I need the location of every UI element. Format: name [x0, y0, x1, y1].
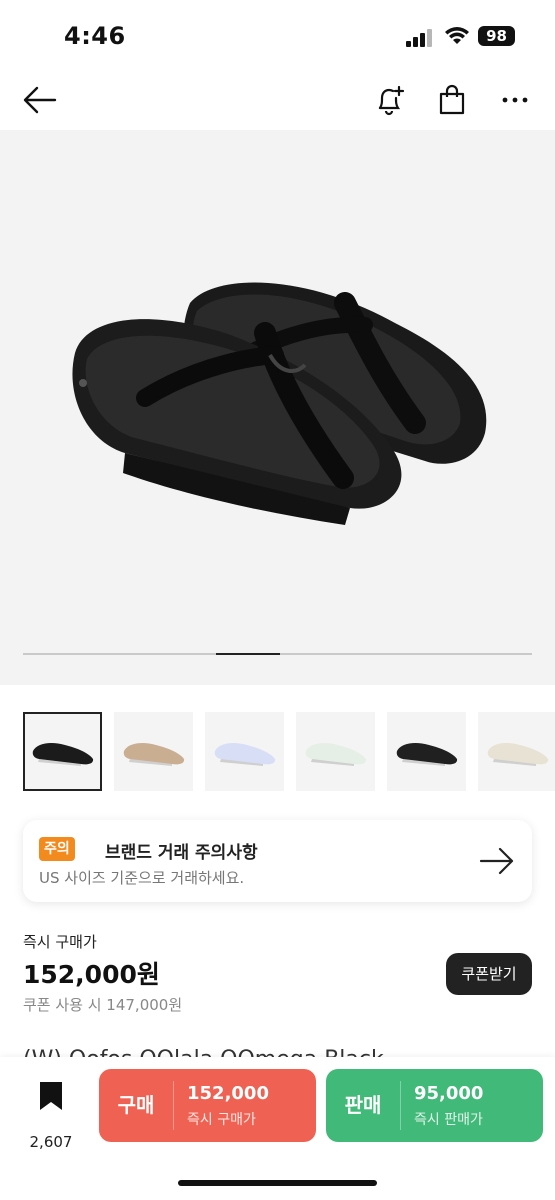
wifi-icon [445, 27, 469, 44]
sandal-thumbnail-image [487, 742, 548, 766]
top-nav [0, 70, 555, 130]
buy-divider [173, 1081, 174, 1130]
product-image [72, 282, 487, 525]
more-button[interactable] [493, 78, 537, 122]
notify-button[interactable] [368, 78, 412, 122]
battery-icon: 98 [478, 26, 515, 46]
sell-divider [400, 1081, 401, 1130]
sandal-thumbnail-image [396, 742, 457, 766]
sandal-thumbnail-image [305, 742, 366, 766]
notice-subtitle: US 사이즈 기준으로 거래하세요. [39, 869, 245, 887]
more-horizontal-icon [502, 97, 528, 103]
shopping-bag-icon [439, 84, 465, 115]
gallery-progress-track [23, 653, 532, 655]
notice-title: 브랜드 거래 주의사항 [105, 843, 258, 863]
signal-icon [406, 29, 434, 47]
sandal-thumbnail-image [32, 742, 93, 766]
arrow-right-icon [479, 847, 514, 875]
status-time: 4:46 [64, 22, 126, 50]
color-thumbnail[interactable] [114, 712, 193, 791]
cart-button[interactable] [430, 78, 474, 122]
bookmark-button[interactable]: 2,607 [20, 1079, 82, 1151]
back-button[interactable] [18, 78, 62, 122]
product-image-gallery[interactable] [0, 130, 555, 685]
color-thumbnail[interactable] [23, 712, 102, 791]
warning-badge: 주의 [39, 837, 75, 861]
sandal-thumbnail-image [123, 742, 184, 766]
buy-amount: 152,000 [187, 1083, 269, 1104]
sell-sub-label: 즉시 판매가 [414, 1112, 483, 1128]
sell-amount: 95,000 [414, 1083, 484, 1104]
color-thumbnail[interactable] [205, 712, 284, 791]
color-thumbnails [23, 712, 555, 792]
bell-plus-icon [378, 85, 405, 116]
instant-buy-price: 152,000원 [23, 960, 160, 989]
sell-label: 판매 [344, 1093, 382, 1117]
color-thumbnail[interactable] [387, 712, 466, 791]
status-bar: 4:46 98 [0, 0, 555, 70]
bottom-action-bar: 2,607 구매 152,000 즉시 구매가 판매 95,000 즉시 판매가 [0, 1057, 555, 1200]
coupon-price-text: 쿠폰 사용 시 147,000원 [23, 996, 183, 1014]
instant-buy-price-label: 즉시 구매가 [23, 933, 97, 951]
get-coupon-button[interactable]: 쿠폰받기 [446, 953, 532, 995]
sandal-thumbnail-image [214, 742, 275, 766]
brand-notice-card[interactable]: 주의 브랜드 거래 주의사항 US 사이즈 기준으로 거래하세요. [23, 820, 532, 902]
gallery-progress-indicator [216, 653, 281, 655]
buy-sub-label: 즉시 구매가 [187, 1112, 256, 1128]
color-thumbnail[interactable] [478, 712, 555, 791]
buy-label: 구매 [117, 1093, 155, 1117]
bookmark-icon [40, 1082, 62, 1110]
sell-button[interactable]: 판매 95,000 즉시 판매가 [326, 1069, 543, 1142]
buy-button[interactable]: 구매 152,000 즉시 구매가 [99, 1069, 316, 1142]
bookmark-count: 2,607 [29, 1133, 73, 1151]
arrow-left-icon [23, 86, 57, 114]
home-indicator[interactable] [178, 1180, 377, 1186]
color-thumbnail[interactable] [296, 712, 375, 791]
